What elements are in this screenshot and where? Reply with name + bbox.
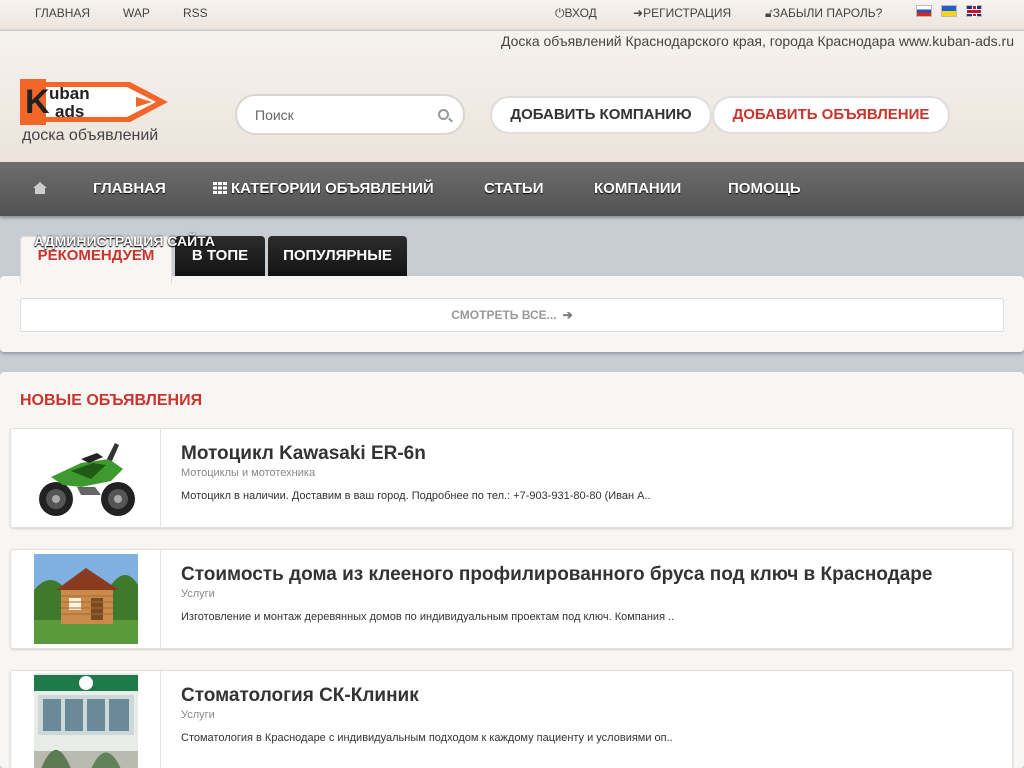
- nav-item-home[interactable]: ГЛАВНАЯ: [93, 180, 166, 197]
- tab-popular[interactable]: ПОПУЛЯРНЫЕ: [268, 236, 407, 278]
- ad-category[interactable]: Мотоциклы и мототехника: [181, 467, 315, 479]
- register-link[interactable]: ➜РЕГИСТРАЦИЯ: [633, 6, 731, 20]
- new-ads-section: НОВЫЕ ОБЪЯВЛЕНИЯ Мотоцикл Kawasaki ER-6n…: [0, 372, 1024, 768]
- ad-description: Мотоцикл в наличии. Доставим в ваш город…: [181, 490, 651, 502]
- tab-panel: СМОТРЕТЬ ВСЕ... ➔: [0, 276, 1024, 352]
- ad-title[interactable]: Мотоцикл Kawasaki ER-6n: [181, 443, 426, 465]
- logo-k: K: [25, 83, 50, 121]
- login-label: ВХОД: [564, 6, 597, 20]
- view-all-label: СМОТРЕТЬ ВСЕ...: [451, 308, 557, 322]
- forgot-label: ЗАБЫЛИ ПАРОЛЬ?: [772, 6, 883, 20]
- ad-thumbnail-motorcycle[interactable]: [11, 429, 161, 527]
- ad-category[interactable]: Услуги: [181, 588, 215, 600]
- nav-item-articles[interactable]: СТАТЬИ: [484, 180, 544, 197]
- nav-item-companies[interactable]: КОМПАНИИ: [594, 180, 681, 197]
- en-flag-icon[interactable]: [966, 5, 982, 17]
- ad-title[interactable]: Стоматология СК-Клиник: [181, 685, 419, 707]
- top-link-wap[interactable]: WAP: [123, 6, 150, 20]
- home-icon[interactable]: [33, 182, 47, 194]
- logo-kuban: uban: [49, 84, 90, 103]
- top-link-rss[interactable]: RSS: [183, 6, 208, 20]
- top-bar: ГЛАВНАЯ WAP RSS ⏻ВХОД ➜РЕГИСТРАЦИЯ 🔓︎ЗАБ…: [0, 0, 1024, 30]
- ad-description: Стоматология в Краснодаре с индивидуальн…: [181, 732, 673, 744]
- forgot-password-link[interactable]: 🔓︎ЗАБЫЛИ ПАРОЛЬ?: [765, 6, 882, 21]
- ad-item[interactable]: Стоимость дома из клееного профилированн…: [10, 549, 1013, 649]
- search-icon[interactable]: [438, 109, 449, 120]
- site-logo[interactable]: K uban ads доска объявлений: [20, 79, 172, 149]
- sign-in-icon: ➜: [633, 6, 644, 20]
- unlock-icon: 🔓︎: [765, 6, 773, 20]
- ad-title[interactable]: Стоимость дома из клееного профилированн…: [181, 564, 932, 586]
- ad-thumbnail-house[interactable]: [11, 550, 161, 648]
- nav-item-categories[interactable]: КАТЕГОРИИ ОБЪЯВЛЕНИЙ: [213, 180, 434, 197]
- ad-category[interactable]: Услуги: [181, 709, 215, 721]
- nav-item-help[interactable]: ПОМОЩЬ: [728, 180, 801, 197]
- power-icon: ⏻: [555, 6, 565, 20]
- ru-flag-icon[interactable]: [916, 5, 932, 17]
- admin-label: АДМИНИСТРАЦИЯ САЙТА: [34, 233, 215, 249]
- ua-flag-icon[interactable]: [941, 5, 957, 17]
- register-label: РЕГИСТРАЦИЯ: [643, 6, 732, 20]
- nav-categories-label: КАТЕГОРИИ ОБЪЯВЛЕНИЙ: [231, 180, 434, 197]
- ad-item[interactable]: Стоматология СК-Клиник Услуги Стоматолог…: [10, 670, 1013, 768]
- search-placeholder: Поиск: [255, 107, 294, 123]
- logo-subtitle: доска объявлений: [22, 127, 159, 144]
- ad-thumbnail-clinic[interactable]: [11, 671, 161, 768]
- add-ad-button[interactable]: ДОБАВИТЬ ОБЪЯВЛЕНИЕ: [712, 96, 950, 134]
- arrow-right-icon: ➔: [562, 308, 573, 322]
- ad-item[interactable]: Мотоцикл Kawasaki ER-6n Мотоциклы и мото…: [10, 428, 1013, 528]
- header: Доска объявлений Краснодарского края, го…: [0, 31, 1024, 162]
- site-tagline: Доска объявлений Краснодарского края, го…: [500, 33, 1014, 49]
- add-company-button[interactable]: ДОБАВИТЬ КОМПАНИЮ: [490, 96, 712, 134]
- new-ads-heading: НОВЫЕ ОБЪЯВЛЕНИЯ: [20, 392, 203, 409]
- top-link-home[interactable]: ГЛАВНАЯ: [35, 6, 90, 20]
- view-all-button[interactable]: СМОТРЕТЬ ВСЕ... ➔: [20, 298, 1004, 332]
- search-input[interactable]: Поиск: [235, 94, 465, 135]
- main-nav: ГЛАВНАЯ КАТЕГОРИИ ОБЪЯВЛЕНИЙ СТАТЬИ КОМП…: [0, 162, 1024, 216]
- grid-icon: [213, 182, 227, 194]
- login-link[interactable]: ⏻ВХОД: [555, 6, 597, 21]
- logo-ads: ads: [55, 102, 85, 121]
- ad-description: Изготовление и монтаж деревянных домов п…: [181, 611, 675, 623]
